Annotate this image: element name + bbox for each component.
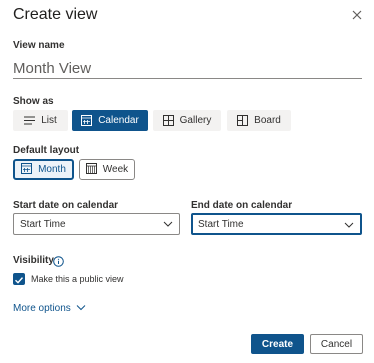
start-date-label: Start date on calendar <box>13 200 119 211</box>
show-as-gallery-button[interactable]: Gallery <box>153 110 221 131</box>
chevron-down-icon <box>76 303 86 314</box>
dialog-title: Create view <box>13 6 98 23</box>
create-view-dialog: Create view View name Show as List Calen… <box>0 0 374 363</box>
view-name-input[interactable] <box>13 58 362 79</box>
show-as-board-label: Board <box>254 115 281 126</box>
info-icon[interactable] <box>53 254 64 272</box>
end-date-label: End date on calendar <box>191 200 293 211</box>
more-options-link[interactable]: More options <box>13 303 86 314</box>
cancel-button[interactable]: Cancel <box>310 334 363 354</box>
layout-week-label: Week <box>102 164 129 175</box>
start-date-select[interactable]: Start Time <box>13 213 180 235</box>
view-name-label: View name <box>13 40 65 51</box>
show-as-gallery-label: Gallery <box>179 115 212 126</box>
layout-week-button[interactable]: Week <box>79 159 135 180</box>
visibility-label: Visibility <box>13 255 54 266</box>
list-icon <box>24 116 36 125</box>
show-as-calendar-label: Calendar <box>98 115 139 126</box>
calendar-icon <box>81 115 93 126</box>
end-date-value: Start Time <box>198 218 244 230</box>
create-button[interactable]: Create <box>251 334 304 354</box>
show-as-list-button[interactable]: List <box>13 110 68 131</box>
show-as-calendar-button[interactable]: Calendar <box>72 110 148 131</box>
show-as-list-label: List <box>41 115 57 126</box>
more-options-label: More options <box>13 303 71 314</box>
default-layout-label: Default layout <box>13 145 80 156</box>
show-as-board-button[interactable]: Board <box>227 110 291 131</box>
week-calendar-icon <box>85 162 97 177</box>
layout-month-button[interactable]: Month <box>13 159 74 180</box>
chevron-down-icon <box>344 221 354 232</box>
show-as-label: Show as <box>13 96 54 107</box>
layout-month-label: Month <box>38 164 66 175</box>
checkmark-icon <box>15 277 24 284</box>
close-icon[interactable] <box>350 8 364 22</box>
board-icon <box>237 115 249 126</box>
public-view-checkbox[interactable] <box>13 273 25 285</box>
chevron-down-icon <box>163 220 173 231</box>
public-view-label: Make this a public view <box>31 274 124 284</box>
start-date-value: Start Time <box>20 218 66 230</box>
gallery-icon <box>162 115 174 126</box>
month-calendar-icon <box>21 162 33 177</box>
end-date-select[interactable]: Start Time <box>191 213 362 235</box>
